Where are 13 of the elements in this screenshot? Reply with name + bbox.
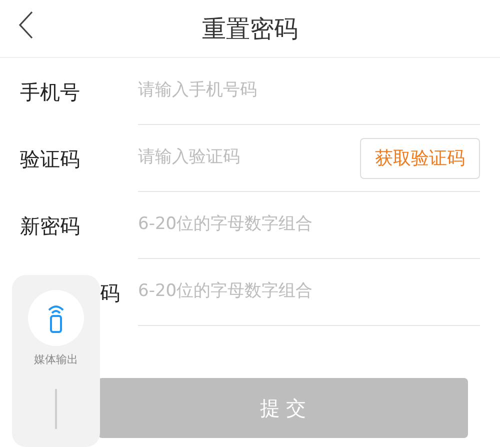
input-field[interactable]: 请输入验证码 [138,145,352,171]
input-field[interactable]: 6-20位的字母数字组合 [138,279,480,305]
field-label: 验证码 [20,146,80,172]
media-output-label: 媒体输出 [33,352,79,368]
field-label: 码 [100,280,120,306]
get-code-button[interactable]: 获取验证码 [360,138,480,178]
input-field[interactable]: 6-20位的字母数字组合 [138,212,480,238]
input-field[interactable]: 请输入手机号码 [138,78,480,104]
page-title: 重置密码 [202,14,298,44]
submit-button[interactable]: 提 交 [98,378,468,438]
field-label: 手机号 [20,78,80,106]
field-label: 新密码 [20,212,80,240]
cast-icon [47,303,65,333]
